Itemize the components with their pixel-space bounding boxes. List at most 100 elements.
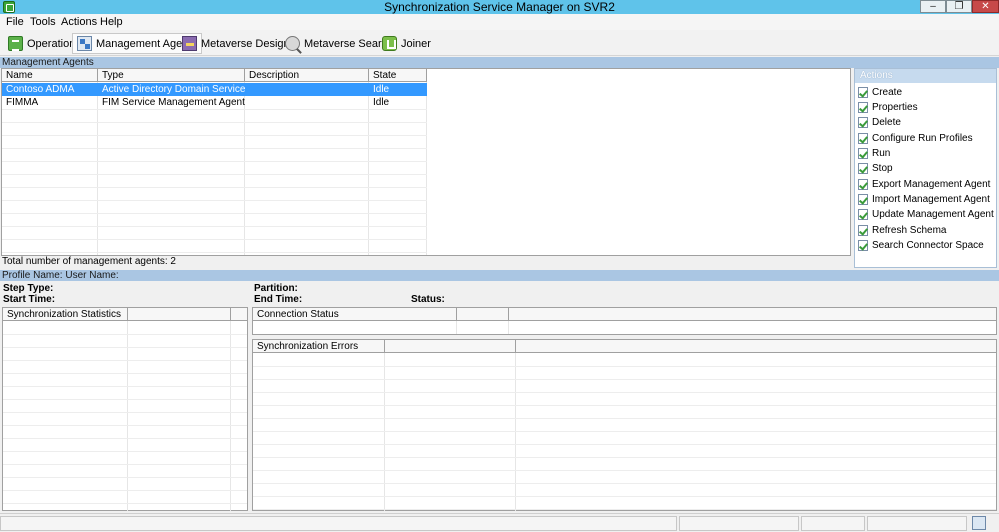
partition-label: Partition:	[254, 283, 298, 294]
start-time-label: Start Time:	[3, 294, 56, 305]
action-doc-icon	[858, 208, 868, 220]
grid-line	[253, 444, 996, 445]
joiner-icon	[382, 36, 397, 51]
action-delete[interactable]: Delete	[858, 115, 901, 129]
grid-line	[3, 334, 247, 335]
maximize-button[interactable]: ❐	[946, 0, 972, 13]
column-header-blank[interactable]	[385, 340, 516, 353]
status-bar	[0, 513, 999, 532]
grid-line	[253, 470, 996, 471]
table-row[interactable]: FIMMA FIM Service Management Agent Idle	[2, 96, 850, 109]
table-row[interactable]: Contoso ADMA Active Directory Domain Ser…	[2, 83, 850, 96]
cell-state: Idle	[373, 97, 390, 108]
grid-line	[2, 226, 427, 227]
close-button[interactable]: ✕	[972, 0, 999, 13]
column-header-blank[interactable]	[231, 308, 247, 321]
metaverse-designer-icon	[182, 36, 197, 51]
operations-icon	[8, 36, 23, 51]
end-time-label: End Time:	[254, 294, 303, 305]
sync-errors-grid[interactable]: Synchronization Errors	[252, 339, 997, 511]
grid-line	[3, 347, 247, 348]
grid-line	[3, 438, 247, 439]
action-label: Search Connector Space	[872, 239, 984, 251]
action-label: Import Management Agent	[872, 193, 990, 205]
action-search-connector-space[interactable]: Search Connector Space	[858, 238, 984, 252]
action-properties[interactable]: Properties	[858, 100, 918, 114]
grid-line	[253, 431, 996, 432]
menu-help[interactable]: Help	[97, 14, 126, 30]
action-update-ma[interactable]: Update Management Agent	[858, 207, 994, 221]
menu-tools[interactable]: Tools	[27, 14, 59, 30]
action-label: Configure Run Profiles	[872, 132, 973, 144]
ma-total-count: Total number of management agents: 2	[2, 256, 176, 267]
grid-line	[3, 399, 247, 400]
action-label: Properties	[872, 101, 918, 113]
minimize-button[interactable]: –	[920, 0, 946, 13]
actions-header: Actions	[855, 69, 996, 83]
action-import-ma[interactable]: Import Management Agent	[858, 192, 990, 206]
action-doc-icon	[858, 147, 868, 159]
joiner-button[interactable]: Joiner	[377, 33, 436, 54]
grid-line	[3, 477, 247, 478]
management-agents-grid[interactable]: Name Type Description State Contoso ADMA…	[1, 68, 851, 256]
grid-line	[253, 457, 996, 458]
status-segment	[0, 516, 677, 531]
grid-line	[3, 373, 247, 374]
action-configure-run-profiles[interactable]: Configure Run Profiles	[858, 131, 973, 145]
action-export-ma[interactable]: Export Management Agent	[858, 177, 990, 191]
joiner-label: Joiner	[401, 37, 431, 50]
status-bar-icon[interactable]	[972, 516, 986, 530]
action-doc-icon	[858, 178, 868, 190]
grid-line	[253, 379, 996, 380]
action-doc-icon	[858, 101, 868, 113]
grid-line	[456, 321, 457, 334]
grid-line	[127, 321, 128, 511]
column-header-blank[interactable]	[128, 308, 231, 321]
grid-line	[2, 122, 427, 123]
column-header-blank[interactable]	[516, 340, 996, 353]
menu-actions[interactable]: Actions	[58, 14, 100, 30]
action-create[interactable]: Create	[858, 85, 902, 99]
grid-line	[2, 200, 427, 201]
menu-file[interactable]: File	[3, 14, 27, 30]
grid-line	[2, 187, 427, 188]
cell-type: FIM Service Management Agent	[102, 97, 245, 108]
status-segment	[867, 516, 967, 531]
grid-line	[3, 412, 247, 413]
grid-line	[253, 496, 996, 497]
profile-header: Profile Name: User Name:	[0, 270, 999, 281]
grid-line	[2, 161, 427, 162]
grid-line	[515, 353, 516, 511]
grid-line	[2, 174, 427, 175]
grid-line	[3, 503, 247, 504]
column-header-sync-errors[interactable]: Synchronization Errors	[253, 340, 385, 353]
sync-statistics-grid[interactable]: Synchronization Statistics	[2, 307, 248, 511]
column-header-type[interactable]: Type	[98, 69, 245, 82]
grid-line	[2, 213, 427, 214]
grid-line	[3, 425, 247, 426]
action-doc-icon	[858, 193, 868, 205]
column-header-sync-statistics[interactable]: Synchronization Statistics	[3, 308, 128, 321]
grid-line	[253, 366, 996, 367]
cell-description	[245, 83, 369, 96]
column-header-state[interactable]: State	[369, 69, 427, 82]
grid-line	[2, 135, 427, 136]
connection-status-grid[interactable]: Connection Status	[252, 307, 997, 335]
action-run[interactable]: Run	[858, 146, 890, 160]
column-header-blank[interactable]	[509, 308, 996, 321]
grid-line	[2, 252, 427, 253]
actions-panel: Actions Create Properties Delete Configu…	[854, 68, 997, 268]
grid-line	[3, 451, 247, 452]
grid-line	[253, 509, 996, 510]
column-header-connection-status[interactable]: Connection Status	[253, 308, 457, 321]
grid-line	[3, 464, 247, 465]
grid-line	[2, 239, 427, 240]
action-refresh-schema[interactable]: Refresh Schema	[858, 223, 946, 237]
column-header-name[interactable]: Name	[2, 69, 98, 82]
column-header-description[interactable]: Description	[245, 69, 369, 82]
column-header-blank[interactable]	[457, 308, 509, 321]
grid-line	[230, 321, 231, 511]
grid-line	[508, 321, 509, 334]
action-stop[interactable]: Stop	[858, 161, 893, 175]
grid-line	[3, 360, 247, 361]
